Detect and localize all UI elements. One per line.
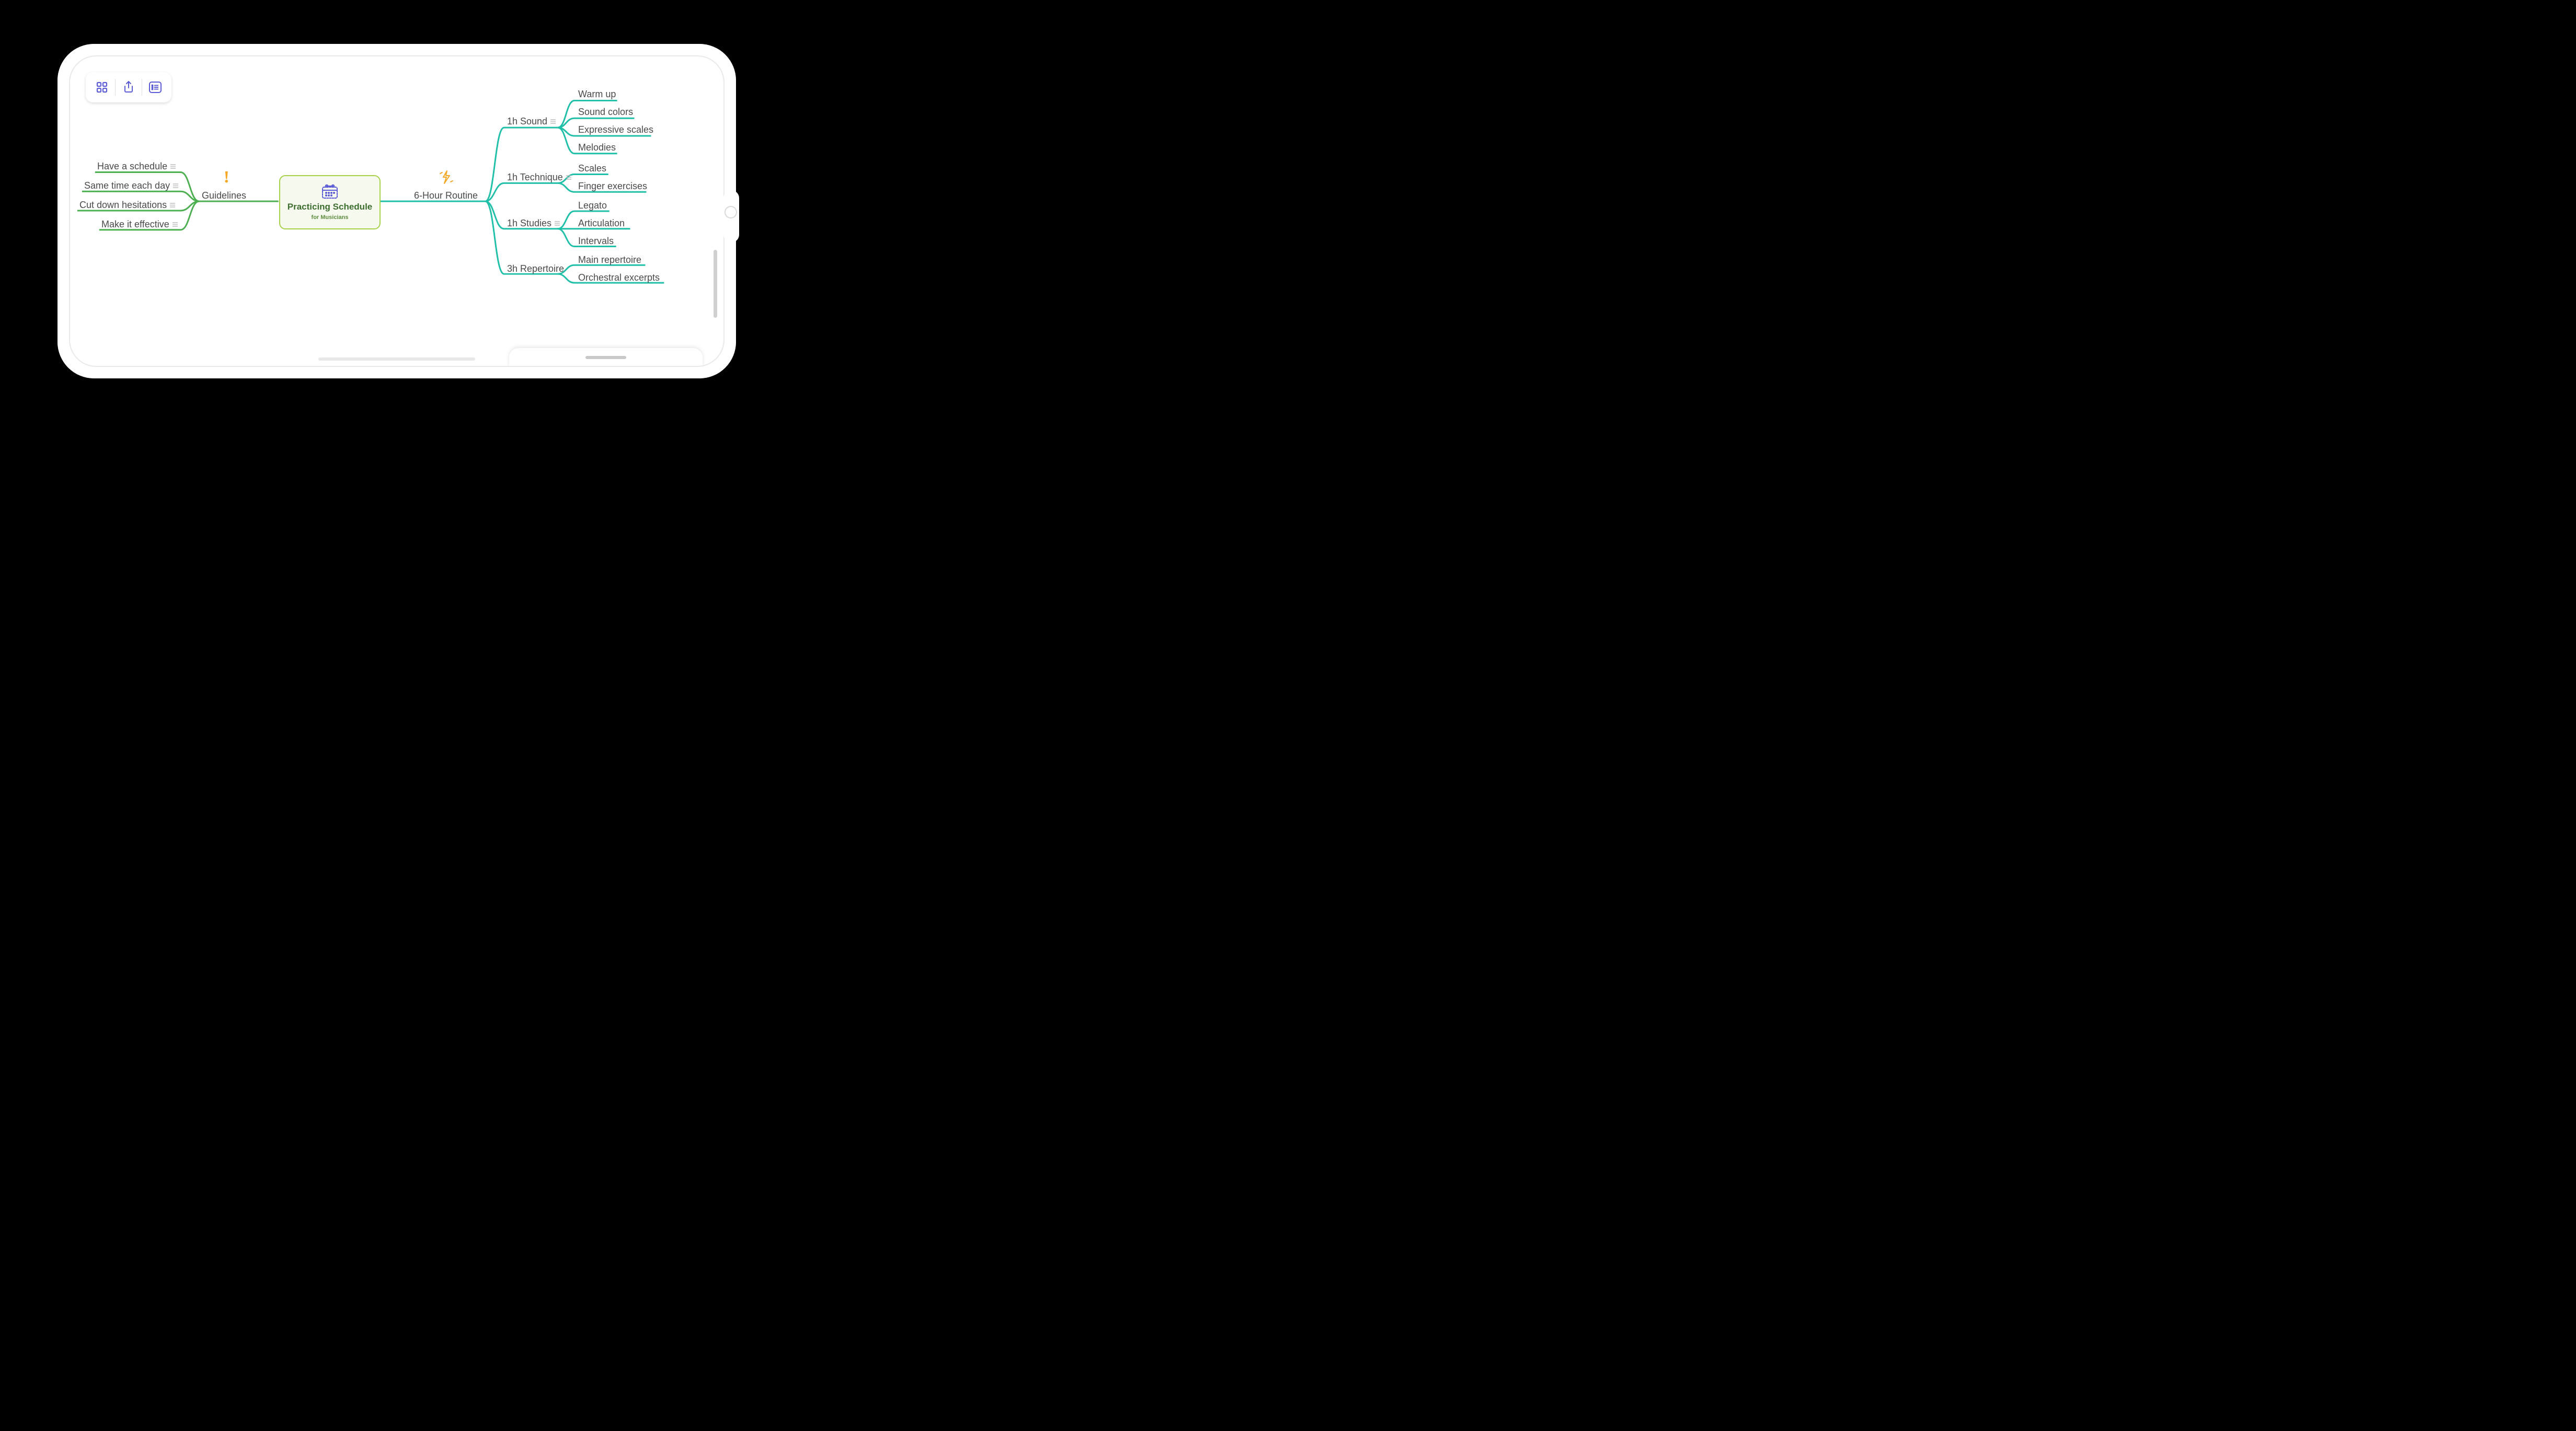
leaf-warmup[interactable]: Warm up (578, 89, 616, 100)
branch-label: Guidelines (202, 190, 246, 201)
leaf-sound-colors[interactable]: Sound colors (578, 107, 633, 118)
node-label: 1h Sound (507, 116, 547, 127)
branch-studies[interactable]: 1h Studies (507, 218, 561, 229)
branch-sound[interactable]: 1h Sound (507, 116, 557, 127)
exclamation-icon: ! (224, 167, 229, 187)
leaf-have-schedule[interactable]: Have a schedule (97, 161, 177, 172)
central-subtitle: for Musicians (312, 214, 349, 221)
mindmap-canvas[interactable]: Practicing Schedule for Musicians ! Guid… (70, 56, 723, 366)
node-label: Warm up (578, 89, 616, 100)
leaf-intervals[interactable]: Intervals (578, 236, 614, 247)
branch-guidelines[interactable]: Guidelines (202, 190, 246, 201)
note-icon (550, 119, 557, 124)
node-label: 3h Repertoire (507, 263, 564, 274)
lightning-icon (438, 169, 454, 188)
leaf-expressive-scales[interactable]: Expressive scales (578, 124, 653, 135)
node-label: Scales (578, 163, 606, 174)
central-title: Practicing Schedule (288, 202, 373, 212)
calendar-icon (321, 184, 339, 200)
central-node[interactable]: Practicing Schedule for Musicians (279, 175, 381, 229)
leaf-melodies[interactable]: Melodies (578, 142, 616, 153)
screen: Practicing Schedule for Musicians ! Guid… (69, 55, 724, 367)
branch-label: 6-Hour Routine (414, 190, 478, 201)
stage: Practicing Schedule for Musicians ! Guid… (0, 0, 794, 436)
node-label: Sound colors (578, 107, 633, 118)
leaf-cut-hesitations[interactable]: Cut down hesitations (79, 200, 176, 211)
scroll-indicator (318, 357, 475, 361)
node-label: Legato (578, 200, 607, 211)
leaf-main-repertoire[interactable]: Main repertoire (578, 255, 641, 266)
node-label: Finger exercises (578, 181, 647, 192)
node-label: Expressive scales (578, 124, 653, 135)
side-button (714, 250, 717, 318)
branch-6hour[interactable]: 6-Hour Routine (414, 190, 478, 201)
note-icon (170, 203, 176, 208)
leaf-make-effective[interactable]: Make it effective (101, 219, 179, 230)
node-label: 1h Technique (507, 172, 563, 183)
note-icon (172, 222, 179, 227)
node-label: Intervals (578, 236, 614, 247)
node-label: Same time each day (84, 180, 170, 191)
leaf-orchestral-excerpts[interactable]: Orchestral excerpts (578, 272, 660, 283)
camera-icon (724, 206, 737, 218)
note-icon (173, 183, 179, 189)
node-label: Articulation (578, 218, 625, 229)
node-label: Make it effective (101, 219, 169, 230)
connectors (70, 56, 723, 366)
leaf-same-time[interactable]: Same time each day (84, 180, 179, 191)
branch-repertoire[interactable]: 3h Repertoire (507, 263, 564, 274)
note-icon (555, 221, 561, 226)
leaf-scales[interactable]: Scales (578, 163, 606, 174)
node-label: Have a schedule (97, 161, 167, 172)
leaf-legato[interactable]: Legato (578, 200, 607, 211)
node-label: Cut down hesitations (79, 200, 167, 211)
home-indicator (585, 356, 626, 359)
note-icon (170, 164, 177, 169)
node-label: 1h Studies (507, 218, 551, 229)
leaf-articulation[interactable]: Articulation (578, 218, 625, 229)
phone-chassis: Practicing Schedule for Musicians ! Guid… (58, 44, 736, 378)
home-indicator-card (509, 348, 703, 367)
node-label: Orchestral excerpts (578, 272, 660, 283)
branch-technique[interactable]: 1h Technique (507, 172, 572, 183)
note-icon (566, 175, 572, 180)
node-label: Melodies (578, 142, 616, 153)
node-label: Main repertoire (578, 255, 641, 266)
leaf-finger-exercises[interactable]: Finger exercises (578, 181, 647, 192)
